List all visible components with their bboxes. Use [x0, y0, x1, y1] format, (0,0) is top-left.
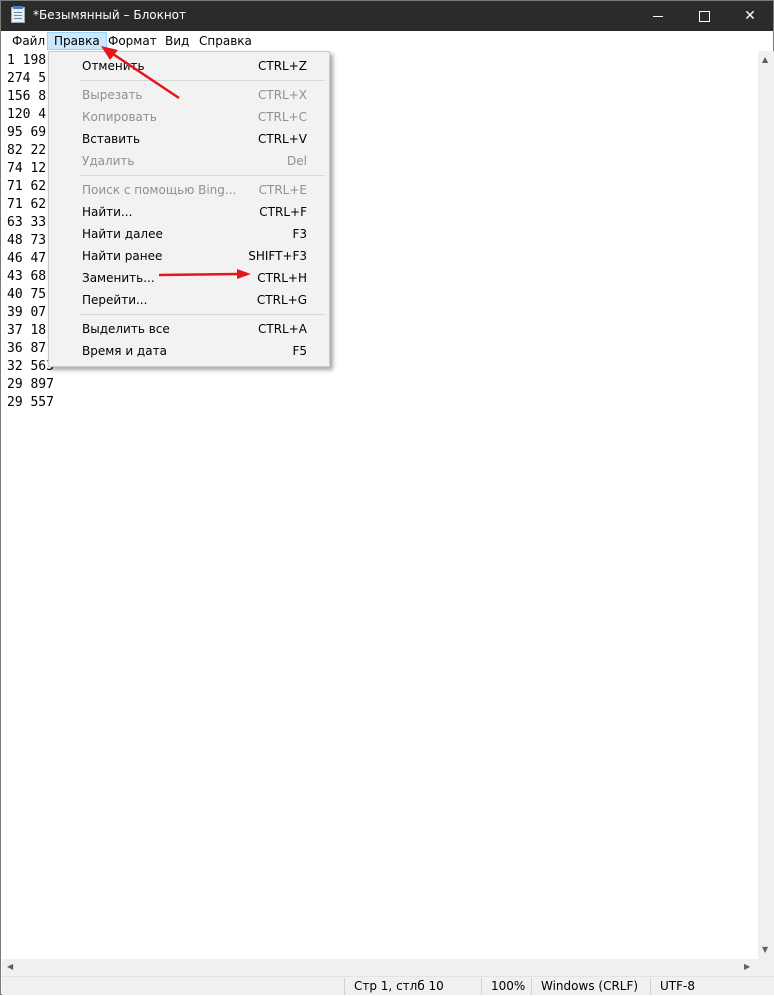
menu-item-label: Отменить	[82, 59, 145, 73]
text-line: 48 73	[7, 233, 47, 248]
menu-item-replace[interactable]: Заменить... CTRL+H	[49, 267, 327, 289]
edit-menu-dropdown: Отменить CTRL+Z Вырезать CTRL+X Копирова…	[48, 51, 330, 367]
menu-bar: Файл Правка Формат Вид Справка	[1, 31, 773, 51]
menu-item-label: Вырезать	[82, 88, 143, 102]
vertical-scrollbar[interactable]: ▲ ▼	[758, 51, 774, 959]
menu-item-find-next[interactable]: Найти далее F3	[49, 223, 327, 245]
status-encoding: UTF-8	[660, 979, 695, 993]
close-icon: ✕	[744, 8, 756, 24]
menu-separator	[80, 80, 325, 81]
window-title: *Безымянный – Блокнот	[33, 8, 187, 22]
close-button[interactable]: ✕	[727, 1, 773, 31]
text-line: 71 62	[7, 179, 47, 194]
text-line: 36 87	[7, 341, 47, 356]
text-line: 29 557	[7, 395, 54, 410]
menu-item-shortcut: CTRL+A	[258, 322, 307, 336]
text-line: 43 68	[7, 269, 47, 284]
text-line: 39 07	[7, 305, 47, 320]
text-line: 32 563	[7, 359, 54, 374]
status-cursor-position: Стр 1, стлб 10	[354, 979, 444, 993]
menu-item-shortcut: CTRL+G	[256, 293, 307, 307]
menu-help[interactable]: Справка	[193, 32, 258, 50]
menu-item-label: Удалить	[82, 154, 135, 168]
text-line: 37 18	[7, 323, 47, 338]
menu-item-label: Заменить...	[82, 271, 155, 285]
menu-item-shortcut: F3	[292, 227, 307, 241]
status-divider	[650, 978, 651, 995]
title-bar[interactable]: *Безымянный – Блокнот ✕	[1, 1, 773, 31]
menu-item-paste[interactable]: Вставить CTRL+V	[49, 128, 327, 150]
menu-item-shortcut: Del	[287, 154, 307, 168]
status-divider	[481, 978, 482, 995]
notepad-window: *Безымянный – Блокнот ✕ Файл Правка Форм…	[0, 0, 774, 995]
menu-item-shortcut: CTRL+V	[258, 132, 307, 146]
menu-view[interactable]: Вид	[159, 32, 195, 50]
scroll-left-icon[interactable]: ◀	[7, 962, 13, 971]
menu-item-shortcut: CTRL+Z	[257, 59, 307, 73]
minimize-icon	[653, 16, 663, 17]
text-line: 1 198	[7, 53, 47, 68]
menu-file[interactable]: Файл	[6, 32, 51, 50]
menu-item-label: Поиск с помощью Bing...	[82, 183, 237, 197]
menu-item-label: Найти далее	[82, 227, 163, 241]
menu-item-shortcut: CTRL+F	[259, 205, 307, 219]
menu-item-select-all[interactable]: Выделить все CTRL+A	[49, 318, 327, 340]
notepad-icon[interactable]	[11, 6, 25, 23]
text-line: 46 47	[7, 251, 47, 266]
menu-item-bing-search[interactable]: Поиск с помощью Bing... CTRL+E	[49, 179, 327, 201]
menu-item-label: Копировать	[82, 110, 157, 124]
menu-item-goto[interactable]: Перейти... CTRL+G	[49, 289, 327, 311]
menu-item-label: Найти...	[82, 205, 133, 219]
menu-separator	[80, 175, 325, 176]
menu-item-find[interactable]: Найти... CTRL+F	[49, 201, 327, 223]
text-line: 74 12	[7, 161, 47, 176]
text-line: 82 22	[7, 143, 47, 158]
menu-item-label: Вставить	[82, 132, 141, 146]
scroll-right-icon[interactable]: ▶	[744, 962, 750, 971]
menu-item-shortcut: F5	[292, 344, 307, 358]
maximize-icon	[699, 11, 710, 22]
menu-edit[interactable]: Правка	[47, 32, 107, 50]
text-line: 274 5	[7, 71, 47, 86]
menu-item-undo[interactable]: Отменить CTRL+Z	[49, 55, 327, 77]
menu-item-cut[interactable]: Вырезать CTRL+X	[49, 84, 327, 106]
scroll-up-icon[interactable]: ▲	[762, 55, 768, 64]
text-line: 29 897	[7, 377, 54, 392]
menu-item-shortcut: CTRL+C	[257, 110, 307, 124]
menu-item-label: Перейти...	[82, 293, 148, 307]
text-line: 63 33	[7, 215, 47, 230]
text-line: 40 75	[7, 287, 47, 302]
status-zoom: 100%	[491, 979, 526, 993]
menu-item-time-date[interactable]: Время и дата F5	[49, 340, 327, 362]
menu-item-copy[interactable]: Копировать CTRL+C	[49, 106, 327, 128]
status-divider	[531, 978, 532, 995]
text-line: 156 8	[7, 89, 47, 104]
menu-item-shortcut: CTRL+E	[258, 183, 307, 197]
status-bar: Стр 1, стлб 10 100% Windows (CRLF) UTF-8	[2, 976, 774, 995]
menu-item-label: Время и дата	[82, 344, 167, 358]
minimize-button[interactable]	[635, 1, 681, 31]
menu-item-label: Найти ранее	[82, 249, 163, 263]
scrollbar-corner	[758, 959, 774, 976]
text-line: 71 62	[7, 197, 47, 212]
maximize-button[interactable]	[681, 1, 727, 31]
menu-item-label: Выделить все	[82, 322, 170, 336]
status-divider	[344, 978, 345, 995]
text-line: 120 4	[7, 107, 47, 122]
text-line: 95 69	[7, 125, 47, 140]
menu-item-delete[interactable]: Удалить Del	[49, 150, 327, 172]
status-line-ending: Windows (CRLF)	[541, 979, 639, 993]
menu-item-shortcut: SHIFT+F3	[248, 249, 307, 263]
menu-item-find-previous[interactable]: Найти ранее SHIFT+F3	[49, 245, 327, 267]
horizontal-scrollbar[interactable]: ◀ ▶	[2, 959, 758, 976]
menu-item-shortcut: CTRL+X	[257, 88, 307, 102]
menu-separator	[80, 314, 325, 315]
scroll-down-icon[interactable]: ▼	[762, 945, 768, 954]
menu-format[interactable]: Формат	[102, 32, 163, 50]
menu-item-shortcut: CTRL+H	[257, 271, 307, 285]
